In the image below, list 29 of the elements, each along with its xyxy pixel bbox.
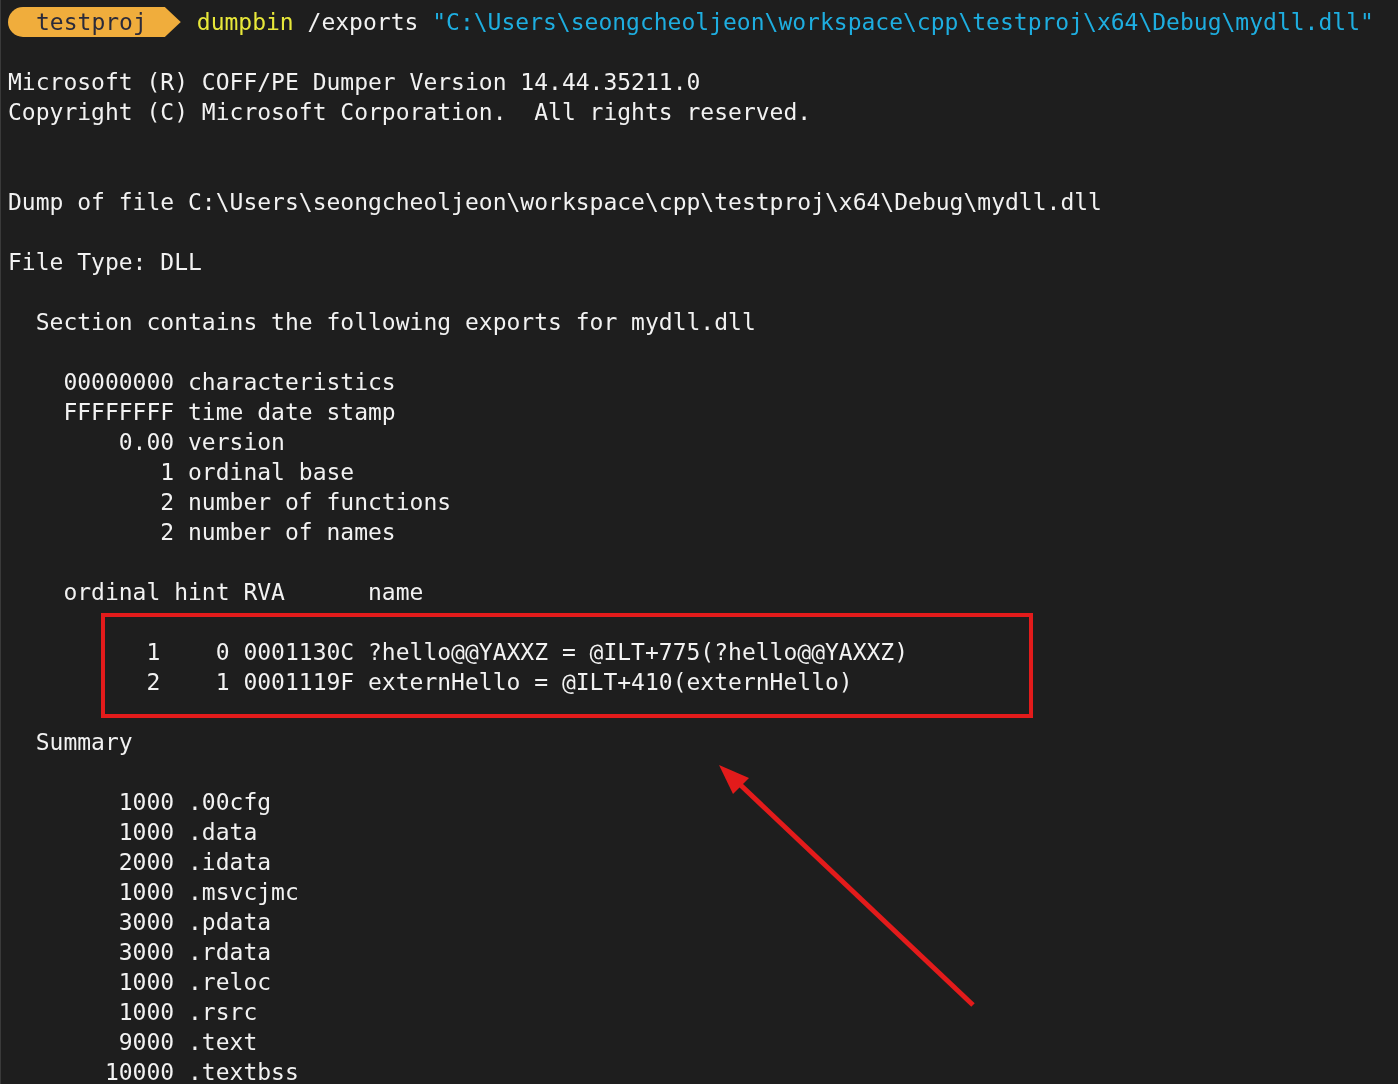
output-line: 10000 .textbss	[103, 1058, 299, 1084]
output-line: 3000 .pdata	[117, 908, 272, 937]
output-line: Copyright (C) Microsoft Corporation. All rights reserved.	[8, 98, 812, 127]
output-line: 0.00 version	[117, 428, 285, 457]
output-line: 2 1 0001119F externHello = @ILT+410(externHello)	[145, 668, 853, 697]
output-line: 1000 .data	[117, 818, 258, 847]
output-line: Section contains the following exports for mydll.dll	[34, 308, 756, 337]
output-line: Summary	[34, 728, 133, 757]
output-line: File Type: DLL	[8, 248, 202, 277]
output-line: Dump of file C:\Users\seongcheoljeon\workspace\cpp\testproj\x64\Debug\mydll.dll	[8, 188, 1102, 217]
command-option: /exports	[307, 7, 419, 37]
output-line: 2 number of functions	[159, 488, 452, 517]
output-line: 1 0 0001130C ?hello@@YAXXZ = @ILT+775(?hello@@YAXXZ)	[145, 638, 909, 667]
output-line: 1000 .00cfg	[117, 788, 272, 817]
output-line: 00000000 characteristics	[62, 368, 396, 397]
output-line: 3000 .rdata	[117, 938, 272, 967]
output-line: 2 number of names	[159, 518, 396, 547]
output-line: FFFFFFFF time date stamp	[62, 398, 396, 427]
output-line: ordinal hint RVA name	[62, 578, 424, 607]
output-line: 1000 .reloc	[117, 968, 272, 997]
output-line: 2000 .idata	[117, 848, 272, 877]
output-line: 9000 .text	[117, 1028, 258, 1057]
output-line: 1 ordinal base	[159, 458, 355, 487]
prompt-segment: testproj	[8, 7, 181, 37]
command-name: dumpbin	[196, 8, 294, 37]
output-line: Microsoft (R) COFF/PE Dumper Version 14.44.35211.0	[8, 68, 701, 97]
output-line: 1000 .rsrc	[117, 998, 258, 1027]
output-line: 1000 .msvcjmc	[117, 878, 299, 907]
command-argument: "C:\Users\seongcheoljeon\workspace\cpp\testproj\x64\Debug\mydll.dll"	[432, 8, 1374, 37]
